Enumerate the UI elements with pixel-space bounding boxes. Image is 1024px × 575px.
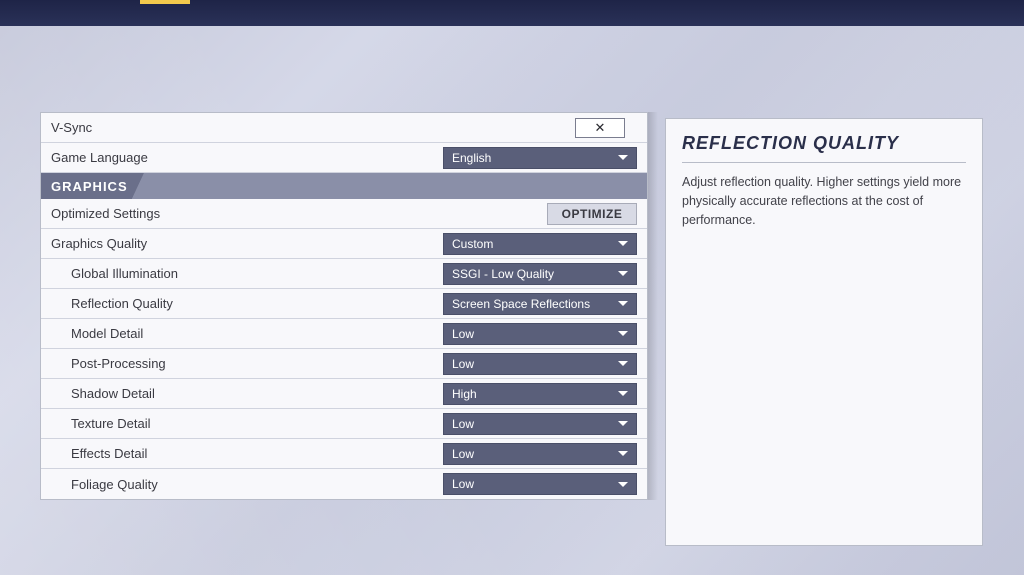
section-graphics: GRAPHICS	[41, 173, 647, 199]
texture-detail-label: Texture Detail	[71, 416, 443, 431]
post-processing-dropdown[interactable]: Low	[443, 353, 637, 375]
chevron-down-icon	[618, 271, 628, 276]
chevron-down-icon	[618, 241, 628, 246]
reflection-quality-label: Reflection Quality	[71, 296, 443, 311]
global-illumination-dropdown[interactable]: SSGI - Low Quality	[443, 263, 637, 285]
chevron-down-icon	[618, 391, 628, 396]
effects-detail-dropdown[interactable]: Low	[443, 443, 637, 465]
texture-detail-dropdown[interactable]: Low	[443, 413, 637, 435]
global-illumination-value: SSGI - Low Quality	[452, 267, 554, 281]
row-language: Game Language English	[41, 143, 647, 173]
foliage-quality-value: Low	[452, 477, 474, 491]
row-global-illumination: Global Illumination SSGI - Low Quality	[41, 259, 647, 289]
row-post-processing: Post-Processing Low	[41, 349, 647, 379]
graphics-quality-label: Graphics Quality	[51, 236, 443, 251]
chevron-down-icon	[618, 482, 628, 487]
row-foliage-quality: Foliage Quality Low	[41, 469, 647, 499]
row-texture-detail: Texture Detail Low	[41, 409, 647, 439]
shadow-detail-label: Shadow Detail	[71, 386, 443, 401]
chevron-down-icon	[618, 301, 628, 306]
row-effects-detail: Effects Detail Low	[41, 439, 647, 469]
row-shadow-detail: Shadow Detail High	[41, 379, 647, 409]
language-value: English	[452, 151, 491, 165]
post-processing-value: Low	[452, 357, 474, 371]
graphics-quality-dropdown[interactable]: Custom	[443, 233, 637, 255]
chevron-down-icon	[618, 155, 628, 160]
chevron-down-icon	[618, 451, 628, 456]
chevron-down-icon	[618, 361, 628, 366]
reflection-quality-value: Screen Space Reflections	[452, 297, 590, 311]
detail-panel: REFLECTION QUALITY Adjust reflection qua…	[665, 118, 983, 546]
optimized-label: Optimized Settings	[51, 206, 547, 221]
section-graphics-label: GRAPHICS	[51, 179, 128, 194]
chevron-down-icon	[618, 421, 628, 426]
vsync-checkbox[interactable]: ✕	[575, 118, 625, 138]
row-optimized: Optimized Settings OPTIMIZE	[41, 199, 647, 229]
optimize-button[interactable]: OPTIMIZE	[547, 203, 637, 225]
row-vsync: V-Sync ✕	[41, 113, 647, 143]
model-detail-value: Low	[452, 327, 474, 341]
model-detail-label: Model Detail	[71, 326, 443, 341]
top-bar	[0, 0, 1024, 26]
detail-description: Adjust reflection quality. Higher settin…	[682, 173, 966, 229]
chevron-down-icon	[618, 331, 628, 336]
global-illumination-label: Global Illumination	[71, 266, 443, 281]
vsync-label: V-Sync	[51, 120, 575, 135]
detail-title: REFLECTION QUALITY	[682, 133, 966, 163]
foliage-quality-label: Foliage Quality	[71, 477, 443, 492]
foliage-quality-dropdown[interactable]: Low	[443, 473, 637, 495]
model-detail-dropdown[interactable]: Low	[443, 323, 637, 345]
shadow-detail-dropdown[interactable]: High	[443, 383, 637, 405]
settings-panel: V-Sync ✕ Game Language English GRAPHICS …	[40, 112, 648, 500]
effects-detail-label: Effects Detail	[71, 446, 443, 461]
reflection-quality-dropdown[interactable]: Screen Space Reflections	[443, 293, 637, 315]
row-graphics-quality: Graphics Quality Custom	[41, 229, 647, 259]
row-reflection-quality: Reflection Quality Screen Space Reflecti…	[41, 289, 647, 319]
texture-detail-value: Low	[452, 417, 474, 431]
post-processing-label: Post-Processing	[71, 356, 443, 371]
shadow-detail-value: High	[452, 387, 477, 401]
language-label: Game Language	[51, 150, 443, 165]
row-model-detail: Model Detail Low	[41, 319, 647, 349]
panel-shadow	[648, 112, 658, 500]
x-icon: ✕	[595, 120, 606, 136]
effects-detail-value: Low	[452, 447, 474, 461]
language-dropdown[interactable]: English	[443, 147, 637, 169]
graphics-quality-value: Custom	[452, 237, 493, 251]
